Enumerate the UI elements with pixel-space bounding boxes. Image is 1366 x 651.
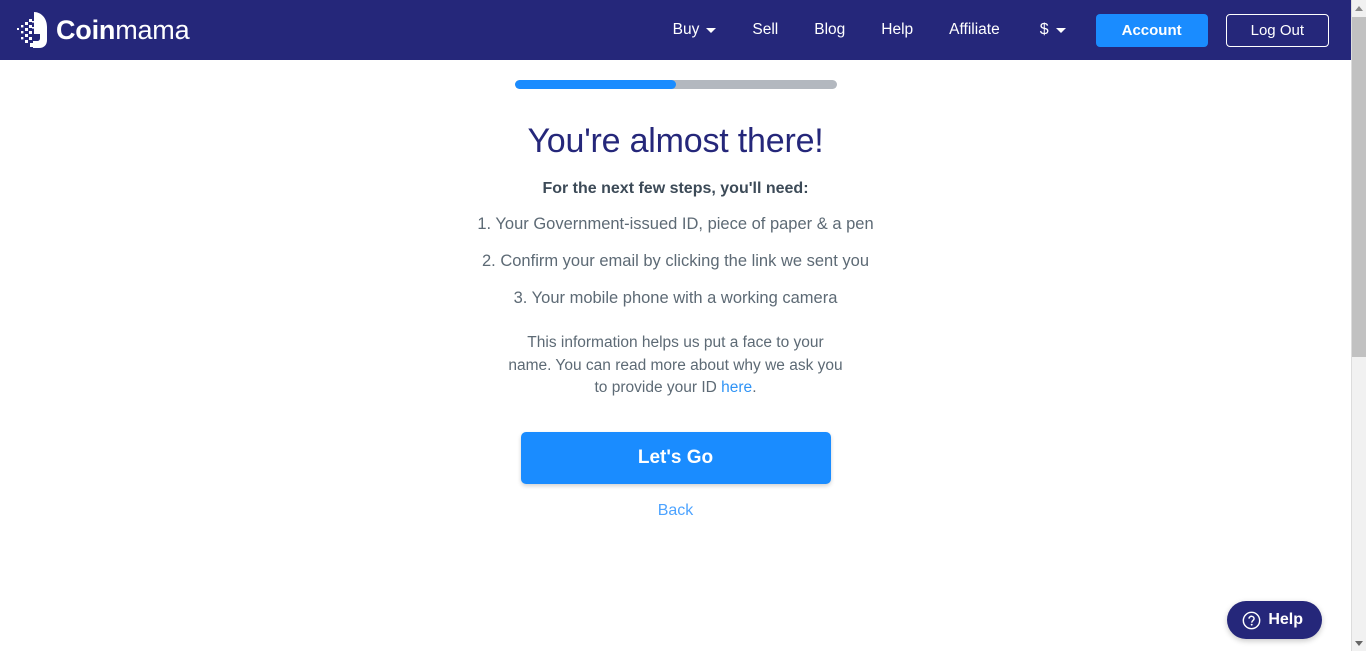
account-button[interactable]: Account bbox=[1095, 13, 1208, 47]
brand-logo[interactable]: Coinmama bbox=[16, 0, 190, 60]
logout-button[interactable]: Log Out bbox=[1225, 13, 1329, 47]
brand-wordmark-light: mama bbox=[115, 14, 190, 45]
vertical-scrollbar[interactable] bbox=[1351, 0, 1366, 651]
help-widget-button[interactable]: Help bbox=[1227, 601, 1322, 639]
scroll-down-button[interactable] bbox=[1352, 635, 1366, 651]
coinmama-face-logo-icon bbox=[17, 12, 47, 48]
triangle-up-icon bbox=[1355, 5, 1363, 11]
nav-item-buy[interactable]: Buy bbox=[655, 0, 735, 60]
currency-selector-label: $ bbox=[1039, 21, 1049, 38]
triangle-down-icon bbox=[1355, 640, 1363, 646]
explanation-text-before: This information helps us put a face to … bbox=[508, 334, 843, 397]
chevron-down-icon bbox=[1055, 27, 1066, 33]
requirements-list: 1. Your Government-issued ID, piece of p… bbox=[0, 215, 1351, 308]
nav-item-blog-label: Blog bbox=[814, 21, 846, 38]
page-title: You're almost there! bbox=[527, 122, 824, 160]
nav-item-affiliate[interactable]: Affiliate bbox=[931, 0, 1018, 60]
back-link[interactable]: Back bbox=[658, 502, 694, 520]
brand-wordmark: Coinmama bbox=[56, 14, 190, 46]
nav-item-sell[interactable]: Sell bbox=[734, 0, 796, 60]
list-item: 3. Your mobile phone with a working came… bbox=[513, 288, 838, 307]
back-link-row: Back bbox=[0, 484, 1351, 520]
list-item: 2. Confirm your email by clicking the li… bbox=[482, 251, 869, 270]
currency-selector[interactable]: $ bbox=[1018, 0, 1080, 60]
explanation-paragraph: This information helps us put a face to … bbox=[506, 332, 846, 399]
top-navbar: Coinmama Buy Sell Blog Help Affiliate $ bbox=[0, 0, 1351, 60]
nav-item-help[interactable]: Help bbox=[863, 0, 931, 60]
nav-item-affiliate-label: Affiliate bbox=[949, 21, 1000, 38]
lets-go-button[interactable]: Let's Go bbox=[520, 431, 831, 484]
onboarding-progress-bar bbox=[514, 80, 837, 89]
question-mark-circle-icon bbox=[1242, 611, 1261, 629]
nav-item-blog[interactable]: Blog bbox=[796, 0, 863, 60]
scroll-up-button[interactable] bbox=[1352, 0, 1366, 16]
chevron-down-icon bbox=[706, 27, 717, 33]
here-link[interactable]: here bbox=[721, 379, 752, 396]
brand-wordmark-bold: Coin bbox=[56, 14, 116, 45]
nav-item-help-label: Help bbox=[881, 21, 914, 38]
explanation-text-after: . bbox=[752, 379, 757, 397]
main-content: You're almost there! For the next few st… bbox=[0, 60, 1351, 520]
scrollbar-thumb[interactable] bbox=[1352, 17, 1366, 357]
list-item: 1. Your Government-issued ID, piece of p… bbox=[477, 215, 874, 233]
help-widget-label: Help bbox=[1268, 611, 1303, 628]
nav-item-buy-label: Buy bbox=[672, 21, 700, 38]
progress-bar-fill bbox=[514, 80, 676, 89]
nav-item-sell-label: Sell bbox=[752, 21, 779, 38]
navbar-links: Buy Sell Blog Help Affiliate $ Account L… bbox=[655, 0, 1351, 60]
page-root: Coinmama Buy Sell Blog Help Affiliate $ bbox=[0, 0, 1366, 651]
requirements-subheading: For the next few steps, you'll need: bbox=[542, 180, 809, 197]
